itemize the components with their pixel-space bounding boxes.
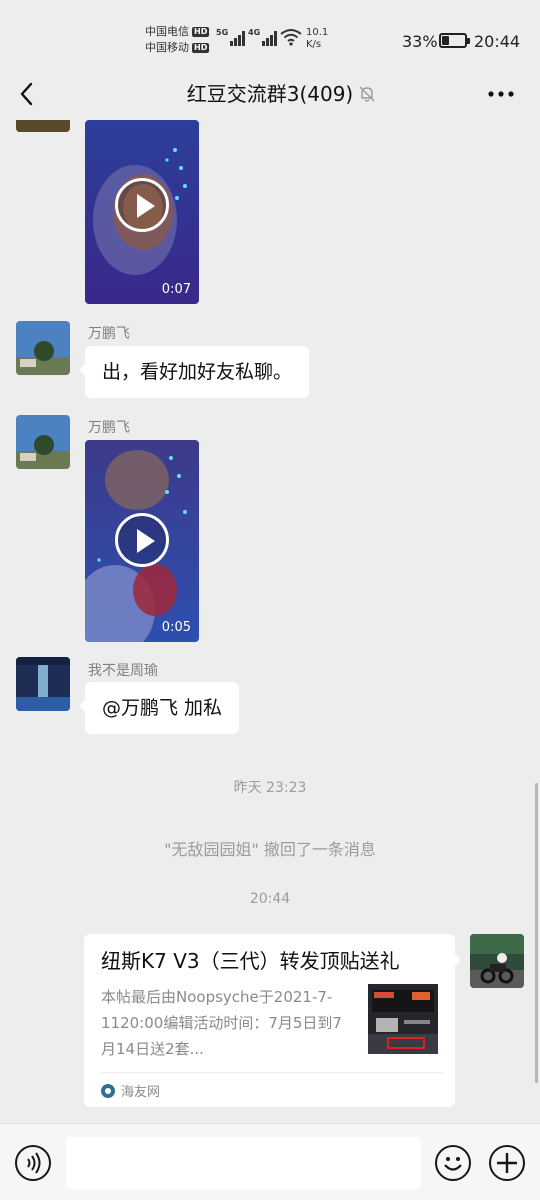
sender-name: 万鹏飞 [88, 326, 130, 342]
emoji-icon [444, 1157, 462, 1171]
input-bar [0, 1123, 540, 1200]
link-card-source-name: 海友网 [121, 1085, 161, 1100]
link-card-thumbnail [368, 984, 438, 1054]
divider [101, 1072, 443, 1073]
network-type-2: 4G [248, 28, 261, 37]
video-duration: 0:05 [161, 620, 191, 635]
avatar[interactable] [16, 657, 70, 711]
play-button[interactable] [115, 178, 169, 232]
carrier-1: 中国电信 [145, 25, 189, 38]
network-type-1: 5G [216, 28, 229, 37]
voice-button[interactable] [15, 1145, 51, 1181]
recall-notice: "无敌园园姐" 撤回了一条消息 [164, 840, 376, 859]
speed-unit: K/s [306, 39, 322, 50]
video-message[interactable]: 0:05 [85, 440, 199, 642]
battery-fill [442, 36, 449, 45]
sender-name: 万鹏飞 [88, 420, 130, 436]
chat-header: 红豆交流群3(409) [0, 70, 540, 120]
text-message[interactable]: 出，看好加好友私聊。 [78, 346, 310, 398]
avatar[interactable] [16, 321, 70, 375]
more-button[interactable] [486, 84, 516, 104]
carrier-2: 中国移动 [145, 41, 189, 54]
scrollbar[interactable] [535, 783, 538, 1083]
signal-icon: 5G [216, 28, 246, 46]
video-message[interactable]: 0:07 [85, 120, 199, 304]
bell-off-icon [359, 86, 375, 102]
plus-button[interactable] [489, 1145, 525, 1181]
speed-value: 10.1 [306, 27, 329, 38]
network-speed: 10.1 K/s [306, 27, 328, 51]
voice-icon [27, 1152, 41, 1174]
wifi-icon [280, 29, 302, 46]
emoji-button[interactable] [435, 1145, 471, 1181]
avatar[interactable] [16, 120, 70, 132]
time-divider: 昨天 23:23 [233, 780, 307, 796]
hd-badge: HD [192, 27, 210, 37]
site-logo-icon [101, 1083, 115, 1098]
status-time: 20:44 [474, 32, 521, 51]
signal-icon: 4G [248, 28, 278, 46]
sender-name: 我不是周瑜 [88, 663, 158, 679]
avatar[interactable] [16, 415, 70, 469]
message-input[interactable] [66, 1137, 421, 1189]
link-card[interactable]: 纽斯K7 V3（三代）转发顶贴送礼 本帖最后由Noopsyche于2021-7-… [84, 934, 461, 1107]
carrier-info: 中国电信 HD 中国移动 HD [145, 24, 210, 56]
hd-badge: HD [192, 43, 210, 53]
message-list[interactable]: 0:07 万鹏飞 出，看好加好友私聊。 万鹏飞 0:05 我不是周瑜 @万鹏飞 [0, 120, 540, 1123]
chat-title[interactable]: 红豆交流群3(409) [0, 80, 540, 108]
battery-percent: 33% [402, 32, 438, 51]
link-card-title: 纽斯K7 V3（三代）转发顶贴送礼 [101, 949, 400, 973]
link-card-source: 海友网 [101, 1081, 160, 1100]
video-duration: 0:07 [161, 282, 191, 297]
time-divider: 20:44 [249, 891, 291, 907]
avatar[interactable] [470, 934, 524, 988]
plus-icon [497, 1153, 517, 1173]
status-bar: 中国电信 HD 中国移动 HD 5G 4G 10.1 K/s 33% 20:44 [0, 0, 540, 70]
play-button[interactable] [115, 513, 169, 567]
battery-icon [439, 33, 470, 48]
text-message[interactable]: @万鹏飞 加私 [78, 682, 240, 734]
link-card-description: 本帖最后由Noopsyche于2021-7-1120:00编辑活动时间：7月5日… [101, 988, 342, 1058]
